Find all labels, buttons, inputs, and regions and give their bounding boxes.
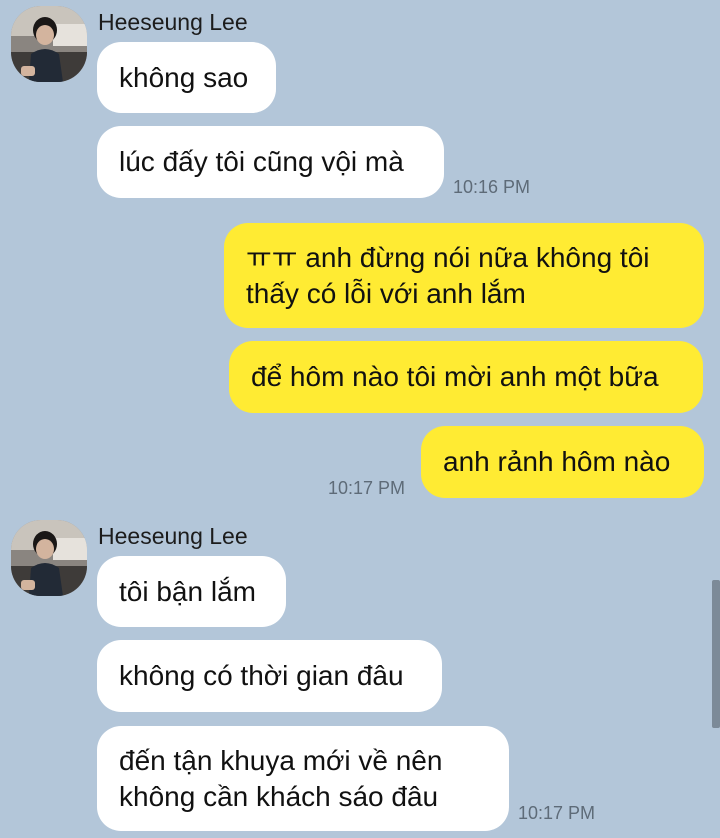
profile-photo-icon	[11, 520, 87, 596]
message-text: ㅠㅠ anh đừng nói nữa không tôi thấy có lỗ…	[246, 241, 650, 309]
message-bubble[interactable]: tôi bận lắm	[97, 556, 286, 627]
message-timestamp: 10:16 PM	[453, 177, 531, 197]
message-text: tôi bận lắm	[119, 575, 256, 607]
message-text: lúc đấy tôi cũng vội mà	[119, 146, 404, 177]
message-timestamp: 10:17 PM	[328, 478, 406, 498]
message-bubble[interactable]: để hôm nào tôi mời anh một bữa	[229, 341, 703, 413]
message-bubble[interactable]: không sao	[97, 42, 276, 113]
profile-photo-icon	[11, 6, 87, 82]
scrollbar[interactable]	[712, 580, 720, 728]
message-text: không có thời gian đâu	[119, 660, 404, 691]
message-bubble[interactable]: ㅠㅠ anh đừng nói nữa không tôi thấy có lỗ…	[224, 223, 704, 328]
message-bubble[interactable]: anh rảnh hôm nào	[421, 426, 704, 498]
message-text: anh rảnh hôm nào	[443, 446, 671, 477]
message-text: để hôm nào tôi mời anh một bữa	[251, 361, 659, 392]
sender-name: Heeseung Lee	[98, 9, 248, 35]
message-bubble[interactable]: lúc đấy tôi cũng vội mà	[97, 126, 444, 198]
message-timestamp: 10:17 PM	[518, 803, 596, 823]
message-text: đến tận khuya mới về nên không cần khách…	[119, 744, 443, 812]
avatar[interactable]	[11, 6, 87, 82]
chat-area[interactable]: Heeseung Lee không sao lúc đấy tôi cũng …	[0, 0, 720, 838]
sender-name: Heeseung Lee	[98, 523, 248, 549]
message-text: không sao	[119, 61, 249, 93]
message-bubble[interactable]: đến tận khuya mới về nên không cần khách…	[97, 726, 509, 831]
avatar[interactable]	[11, 520, 87, 596]
message-bubble[interactable]: không có thời gian đâu	[97, 640, 442, 712]
